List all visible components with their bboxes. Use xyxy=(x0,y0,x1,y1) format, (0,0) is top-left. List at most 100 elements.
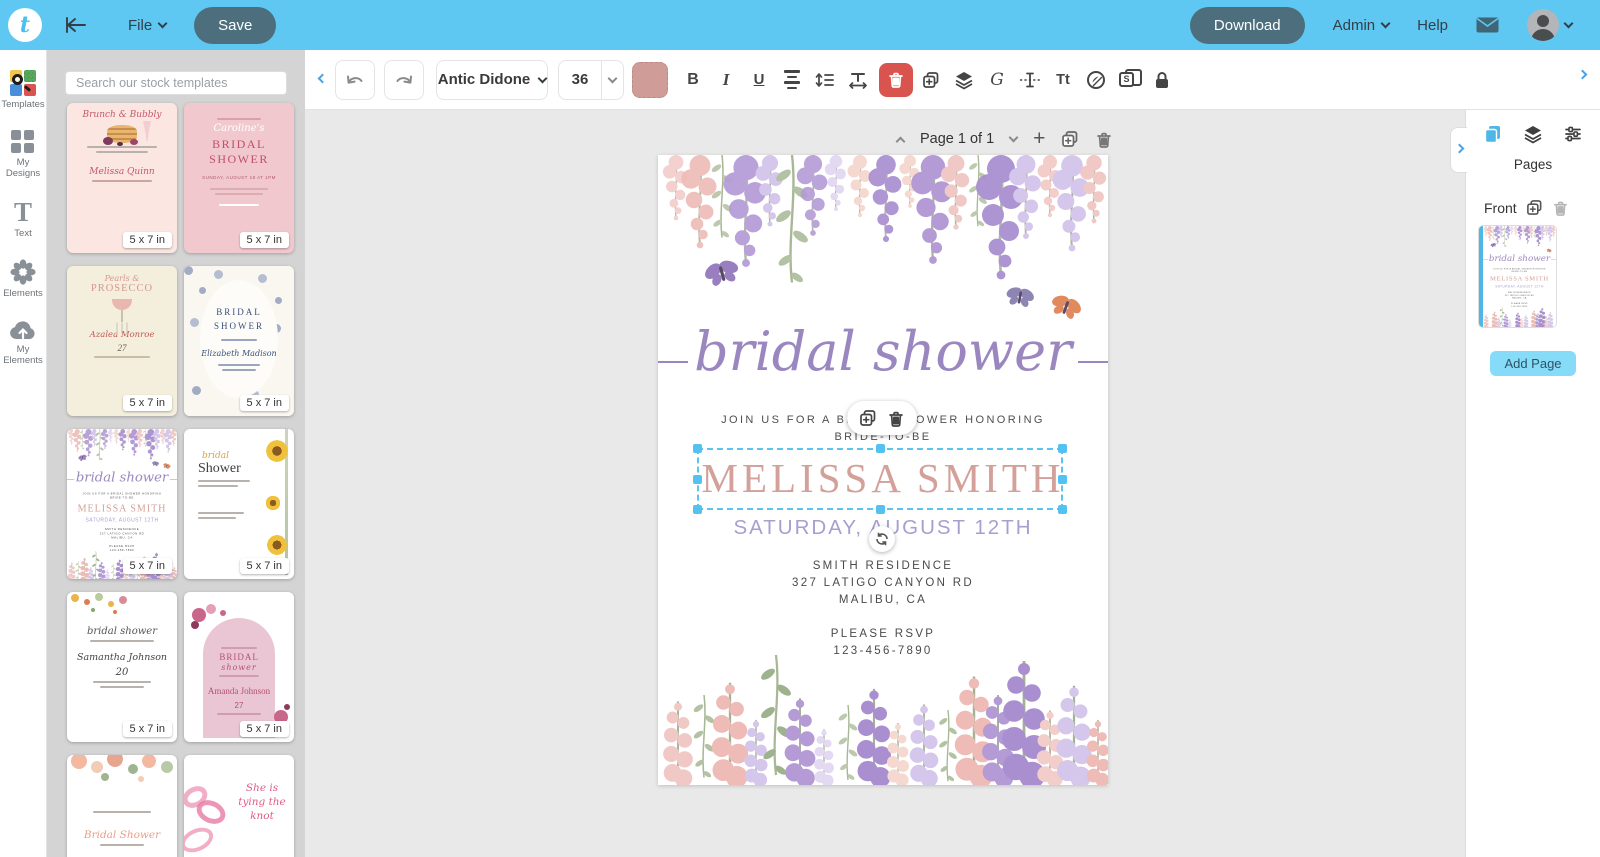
sidebar-item-label: My Elements xyxy=(3,343,43,366)
invitation-title-script[interactable]: bridal shower xyxy=(658,305,1108,397)
design-canvas[interactable]: Page 1 of 1 + bridal shower JOIN US FOR … xyxy=(305,110,1465,857)
chevron-down-icon xyxy=(607,73,618,83)
delete-page-button[interactable] xyxy=(1552,200,1569,216)
wildflower-florals-bottom xyxy=(662,653,1108,785)
tab-settings[interactable] xyxy=(1563,124,1583,144)
opacity-button[interactable] xyxy=(1081,65,1111,95)
template-card-peach-roses[interactable]: Bridal Shower xyxy=(67,755,177,857)
pancakes-illustration xyxy=(103,125,137,145)
page-controls: Page 1 of 1 + xyxy=(895,128,1113,149)
template-card-tying-the-knot[interactable]: She is tying the knot xyxy=(184,755,294,857)
duplicate-page-button[interactable] xyxy=(1061,130,1079,148)
font-size-select[interactable]: 36 xyxy=(558,59,624,100)
redo-button[interactable] xyxy=(384,59,424,100)
shadow-button[interactable]: S xyxy=(1114,65,1144,95)
template-card-sunflower[interactable]: bridal Shower 5 x 7 in xyxy=(184,429,294,579)
lock-button[interactable] xyxy=(1147,65,1177,95)
tab-layers[interactable] xyxy=(1523,124,1543,144)
template-card-blue-floral[interactable]: BRIDAL SHOWER Elizabeth Madison 5 x 7 in xyxy=(184,266,294,416)
resize-handle-w[interactable] xyxy=(693,475,702,484)
sidebar-item-templates[interactable]: Templates xyxy=(0,70,46,111)
page-thumbnail-front[interactable]: bridal shower JOIN US FOR A BRIDAL SHOWE… xyxy=(1479,226,1556,327)
resize-handle-s[interactable] xyxy=(876,505,885,514)
peach-florals-illustration xyxy=(67,755,177,787)
font-family-select[interactable]: Antic Didone xyxy=(436,59,548,100)
tab-pages[interactable] xyxy=(1483,124,1503,144)
template-card-carolines[interactable]: Caroline's BRIDAL SHOWER SUNDAY, AUGUST … xyxy=(184,103,294,253)
template-card-rose-arch[interactable]: BRIDAL shower Amanda Johnson 27 5 x 7 in xyxy=(184,592,294,742)
resize-handle-nw[interactable] xyxy=(693,444,702,453)
font-size-dropdown[interactable] xyxy=(601,60,623,99)
invitation-address[interactable]: SMITH RESIDENCE 327 LATIGO CANYON RD MALIB… xyxy=(658,558,1108,609)
add-page-button[interactable]: Add Page xyxy=(1490,351,1576,376)
rotate-handle[interactable] xyxy=(869,526,895,552)
help-link[interactable]: Help xyxy=(1417,17,1448,34)
panel-collapse-left-icon[interactable] xyxy=(317,73,328,83)
page-thumbnail-preview: bridal shower JOIN US FOR A BRIDAL SHOWE… xyxy=(1483,226,1556,327)
line-spacing-button[interactable] xyxy=(810,65,840,95)
delete-element-button[interactable] xyxy=(887,410,905,427)
template-card-wisteria[interactable]: bridal shower JOIN US FOR A BRIDAL SHOWE… xyxy=(67,429,177,579)
duplicate-button[interactable] xyxy=(916,65,946,95)
account-menu[interactable] xyxy=(1527,9,1574,41)
delete-button[interactable] xyxy=(879,62,913,97)
template-title: BRIDAL SHOWER xyxy=(214,307,264,331)
resize-handle-sw[interactable] xyxy=(693,505,702,514)
template-preview: bridal shower JOIN US FOR A BRIDAL SHOWE… xyxy=(67,429,177,579)
next-page-button[interactable] xyxy=(1008,132,1019,143)
undo-button[interactable] xyxy=(335,59,375,100)
underline-button[interactable]: U xyxy=(744,65,774,95)
messages-button[interactable] xyxy=(1476,17,1499,33)
text-align-button[interactable] xyxy=(777,65,807,95)
text-case-button[interactable]: Tt xyxy=(1048,65,1078,95)
text-width-button[interactable] xyxy=(843,65,873,95)
font-color-swatch[interactable] xyxy=(632,61,668,98)
sidebar-item-my-elements[interactable]: My Elements xyxy=(0,319,46,367)
font-size-value: 36 xyxy=(571,71,589,88)
download-button[interactable]: Download xyxy=(1189,6,1305,44)
selected-page-indicator xyxy=(1479,226,1483,327)
app-logo[interactable]: t xyxy=(8,8,42,42)
sidebar-item-my-designs[interactable]: My Designs xyxy=(0,129,46,180)
avatar xyxy=(1527,9,1559,41)
back-button[interactable] xyxy=(64,16,88,34)
selection-box[interactable] xyxy=(693,444,1067,514)
resize-handle-n[interactable] xyxy=(876,444,885,453)
template-card-wildflower[interactable]: bridal shower Samantha Johnson 20 5 x 7 … xyxy=(67,592,177,742)
butterfly xyxy=(699,254,744,291)
italic-button[interactable]: I xyxy=(711,65,741,95)
resize-handle-e[interactable] xyxy=(1058,475,1067,484)
save-button[interactable]: Save xyxy=(194,6,277,44)
chevron-down-icon xyxy=(537,73,548,83)
sidebar-item-text[interactable]: T Text xyxy=(0,198,46,240)
invitation-page[interactable]: bridal shower JOIN US FOR A BRIDAL SHOWE… xyxy=(658,155,1108,785)
invitation-date: SATURDAY, AUGUST 12TH xyxy=(85,517,159,523)
prosecco-glass-illustration xyxy=(112,299,132,322)
template-card-pearls-prosecco[interactable]: Pearls & PROSECCO Azalea Monroe 27 5 x 7… xyxy=(67,266,177,416)
invitation-title-script: bridal shower xyxy=(67,466,177,488)
size-badge: 5 x 7 in xyxy=(239,395,289,411)
template-name: Azalea Monroe xyxy=(89,330,155,340)
bold-button[interactable]: B xyxy=(678,65,708,95)
layers-button[interactable] xyxy=(949,65,979,95)
text-cursor-button[interactable] xyxy=(1015,65,1045,95)
duplicate-element-button[interactable] xyxy=(859,409,877,427)
panel-collapse-right-icon[interactable] xyxy=(1577,69,1588,80)
sidebar-item-elements[interactable]: Elements xyxy=(0,259,46,300)
add-page-icon-button[interactable]: + xyxy=(1033,128,1045,149)
resize-handle-ne[interactable] xyxy=(1058,444,1067,453)
glyphs-button[interactable]: G xyxy=(982,65,1012,95)
page-name-label: Front xyxy=(1484,199,1517,216)
file-menu[interactable]: File xyxy=(128,17,168,34)
delete-page-button[interactable] xyxy=(1095,131,1113,148)
admin-menu[interactable]: Admin xyxy=(1333,17,1391,34)
panel-collapse-tab[interactable] xyxy=(1450,127,1467,173)
resize-handle-se[interactable] xyxy=(1058,505,1067,514)
template-card-brunch-bubbly[interactable]: Brunch & Bubbly Melissa Quinn 5 x 7 in xyxy=(67,103,177,253)
template-line: 27 xyxy=(234,701,244,710)
previous-page-button[interactable] xyxy=(895,134,906,146)
search-input[interactable] xyxy=(65,71,287,95)
duplicate-page-button[interactable] xyxy=(1526,199,1543,216)
pages-panel-title: Pages xyxy=(1513,157,1553,172)
size-badge: 5 x 7 in xyxy=(122,558,172,574)
